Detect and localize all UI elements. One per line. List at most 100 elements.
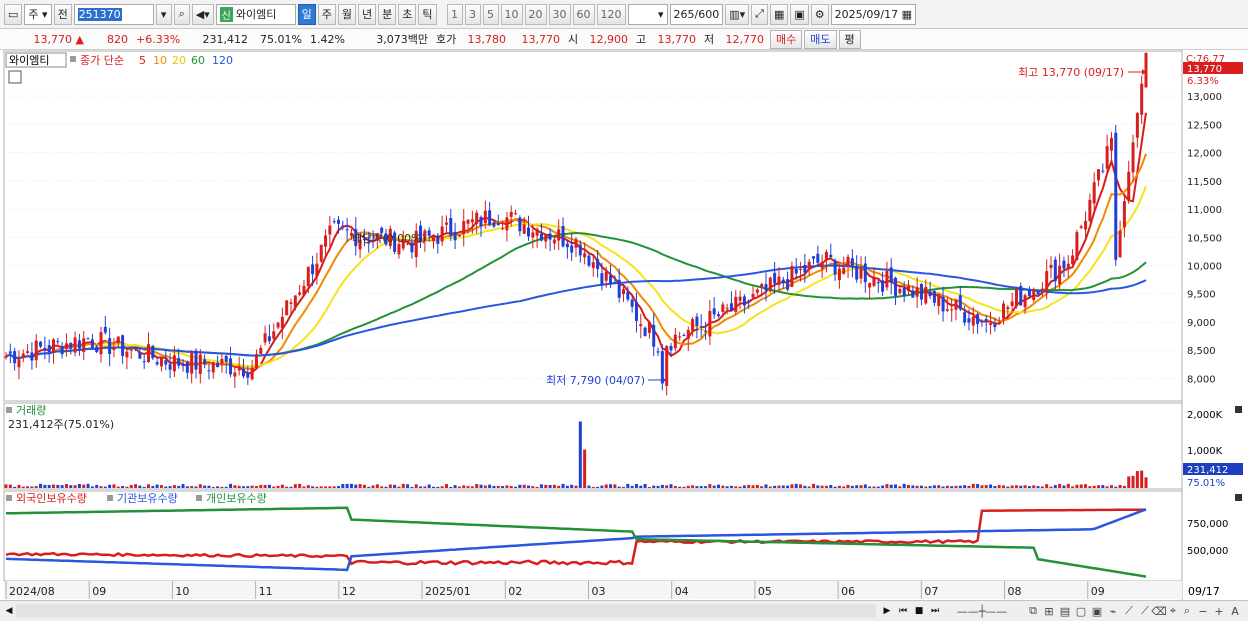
volume-bar bbox=[863, 484, 867, 488]
grid-icon[interactable]: ▦ bbox=[769, 3, 789, 25]
candle-body bbox=[1058, 265, 1062, 285]
period-month-button[interactable]: 월 bbox=[337, 3, 357, 25]
ma120-legend[interactable]: 120 bbox=[212, 54, 233, 67]
candle-body bbox=[1105, 146, 1109, 169]
calendar-icon[interactable]: ▦ bbox=[902, 8, 912, 21]
settings-gear-icon[interactable]: ⚙ bbox=[810, 3, 829, 25]
candle-body bbox=[514, 213, 518, 215]
interval-custom-select[interactable]: ▾ bbox=[627, 3, 668, 25]
stock-tag[interactable]: 와이엠티 bbox=[9, 54, 49, 67]
forward-icon[interactable]: ⏭ bbox=[928, 604, 942, 618]
font-size-icon[interactable]: A bbox=[1228, 603, 1242, 619]
code-dropdown-icon[interactable]: ▾ bbox=[155, 3, 172, 25]
volume-bar bbox=[570, 484, 574, 488]
period-day-button[interactable]: 일 bbox=[297, 3, 316, 25]
type-select[interactable]: 주 ▾ bbox=[24, 3, 52, 25]
save-icon[interactable]: ▣ bbox=[790, 3, 809, 25]
date-field[interactable]: 2025/09/17 ▦ bbox=[830, 3, 916, 25]
candle-body bbox=[229, 358, 233, 375]
rewind-icon[interactable]: ⏮ bbox=[896, 604, 910, 618]
ma5-legend[interactable]: 5 bbox=[139, 54, 146, 67]
period-minute-button[interactable]: 분 bbox=[378, 3, 397, 25]
count-field[interactable]: 265/600 bbox=[669, 3, 724, 25]
candle-body bbox=[963, 312, 967, 323]
period-tick-button[interactable]: 틱 bbox=[418, 3, 437, 25]
volume-bar bbox=[401, 483, 405, 488]
candle-body bbox=[876, 282, 880, 284]
volume-bar bbox=[976, 484, 980, 488]
holdings-legend-institution[interactable]: 기관보유수량 bbox=[117, 492, 178, 505]
eval-button[interactable]: 평 bbox=[838, 29, 861, 49]
layout-icon[interactable]: ▤ bbox=[1058, 603, 1072, 619]
candle-body bbox=[928, 291, 932, 297]
volume-bar bbox=[622, 486, 625, 488]
scroll-right-icon[interactable]: ▶ bbox=[880, 604, 894, 618]
buy-button[interactable]: 매수 bbox=[770, 29, 803, 49]
search-icon[interactable]: ⌕ bbox=[173, 3, 190, 25]
volume-bar bbox=[626, 483, 630, 488]
candle-body bbox=[755, 289, 759, 293]
ma-legend-title[interactable]: 종가 단순 bbox=[80, 54, 124, 67]
interval-20-button[interactable]: 20 bbox=[524, 3, 547, 25]
volume-title[interactable]: 거래량 bbox=[16, 404, 46, 417]
volume-bar bbox=[1118, 484, 1122, 488]
sell-button[interactable]: 매도 bbox=[804, 29, 837, 49]
marker-icon[interactable]: ▣ bbox=[1090, 603, 1104, 619]
volume-bar bbox=[505, 485, 509, 488]
ma20-legend[interactable]: 20 bbox=[172, 54, 186, 67]
window-icon[interactable]: ▭ bbox=[4, 3, 23, 25]
candle-body bbox=[958, 295, 962, 310]
zoom-in-icon[interactable]: + bbox=[1212, 603, 1226, 619]
stock-chart[interactable]: 와이엠티 종가 단순 5 10 20 60 120 최고 13,770 (09/… bbox=[0, 50, 1248, 600]
zoom-icon[interactable]: ⌕ bbox=[1180, 603, 1194, 619]
volume-bar bbox=[958, 485, 962, 488]
ma60-legend[interactable]: 60 bbox=[191, 54, 205, 67]
interval-10-button[interactable]: 10 bbox=[500, 3, 523, 25]
candle-body bbox=[1019, 286, 1023, 306]
eraser-icon[interactable]: ⌫ bbox=[1151, 603, 1167, 619]
interval-60-button[interactable]: 60 bbox=[572, 3, 595, 25]
ruler-icon[interactable]: ⟋ bbox=[1122, 603, 1136, 619]
ma10-legend[interactable]: 10 bbox=[153, 54, 167, 67]
stock-code-input[interactable]: 251370 bbox=[73, 3, 154, 25]
period-week-button[interactable]: 주 bbox=[317, 3, 336, 25]
period-second-button[interactable]: 초 bbox=[398, 3, 417, 25]
volume-bar bbox=[695, 486, 699, 488]
candle-body bbox=[609, 275, 613, 285]
crosshair-icon[interactable]: ⌖ bbox=[1166, 603, 1180, 619]
calculator-icon[interactable] bbox=[8, 70, 22, 84]
zoom-out-icon[interactable]: − bbox=[1196, 603, 1210, 619]
holdings-legend-individual[interactable]: 개인보유수량 bbox=[206, 492, 267, 505]
trend-icon[interactable]: ⟋ bbox=[1138, 603, 1152, 619]
stop-icon[interactable]: ■ bbox=[912, 604, 926, 618]
holdings-legend-foreign[interactable]: 외국인보유수량 bbox=[16, 492, 87, 505]
volume-bar bbox=[561, 483, 565, 488]
interval-120-button[interactable]: 120 bbox=[596, 3, 626, 25]
scroll-left-icon[interactable]: ◀ bbox=[2, 604, 16, 618]
pen-icon[interactable]: ⌁ bbox=[1106, 603, 1120, 619]
volume-close-icon[interactable] bbox=[1235, 406, 1242, 413]
candle-type-icon[interactable]: ▥▾ bbox=[725, 3, 750, 25]
stock-name-field[interactable]: 신 와이엠티 bbox=[215, 3, 296, 25]
interval-5-button[interactable]: 5 bbox=[482, 3, 499, 25]
candle-body bbox=[691, 319, 695, 331]
candle-body bbox=[483, 210, 487, 223]
holdings-close-icon[interactable] bbox=[1235, 494, 1242, 501]
panel-add-icon[interactable]: ⊞ bbox=[1042, 603, 1056, 619]
candle-body bbox=[807, 261, 811, 270]
prev-button[interactable]: 전 bbox=[53, 3, 72, 25]
zoom-slider[interactable]: ——┼—— bbox=[950, 603, 1014, 619]
interval-3-button[interactable]: 3 bbox=[464, 3, 481, 25]
scrollbar-track[interactable] bbox=[16, 604, 876, 618]
volume-bar bbox=[198, 484, 202, 488]
volume-bar bbox=[298, 483, 302, 488]
candle-body bbox=[647, 322, 651, 333]
panel-split-icon[interactable]: ⧉ bbox=[1026, 603, 1040, 619]
interval-1-button[interactable]: 1 bbox=[446, 3, 463, 25]
volume-bar bbox=[850, 485, 854, 488]
period-year-button[interactable]: 년 bbox=[358, 3, 377, 25]
interval-30-button[interactable]: 30 bbox=[548, 3, 571, 25]
drawing-tool-icon[interactable]: ⤢ bbox=[751, 3, 768, 25]
text-tool-icon[interactable]: ▢ bbox=[1074, 603, 1088, 619]
speaker-icon[interactable]: ◀▾ bbox=[191, 3, 214, 25]
